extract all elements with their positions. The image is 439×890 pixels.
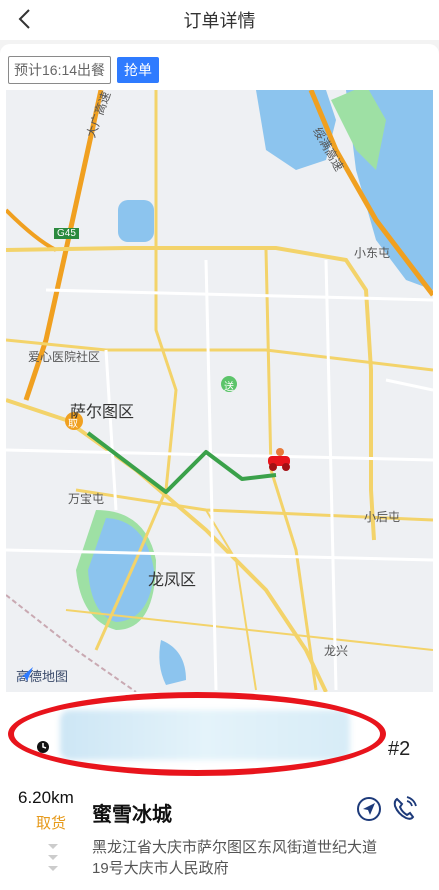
clock-icon [37,741,49,753]
navigate-icon[interactable] [356,796,382,822]
distance: 6.20km [18,788,74,807]
order-info-panel: #2 6.20km 取货 蜜雪冰城 黑龙江省大庆市萨尔图区东风街道世纪大道19号… [0,692,439,890]
map-label-xiaodongtun: 小东屯 [354,246,391,260]
order-number: #2 [388,738,411,760]
map-label-g45: G45 [54,228,79,239]
chevron-left-icon [18,9,30,29]
annotation-circle [8,692,386,776]
amap-logo-icon [17,667,33,681]
pickup-label: 取货 [36,815,67,832]
map-label-hospital: 爱心医院社区 [28,350,101,364]
order-tags: 预计16:14出餐 抢单 [8,56,160,84]
map-label-longfeng: 龙凤区 [148,572,197,589]
grab-order-tag[interactable]: 抢单 [117,57,160,83]
delivery-marker: 送 [224,382,234,393]
map-label-wanbaotun: 万宝屯 [68,492,105,506]
shop-address: 黑龙江省大庆市萨尔图区东风街道世纪大道19号大庆市人民政府 [92,839,378,877]
map-logo: 高德地图 [16,666,68,685]
dot-arrow-icon [48,855,58,860]
page-title: 订单详情 [183,11,256,31]
map-label-saertu: 萨尔图区 [70,404,135,421]
map-label-longxing: 龙兴 [324,644,349,658]
map-label-xiaohoutun: 小后屯 [364,510,401,524]
route-dots [48,844,58,871]
back-button[interactable] [10,2,40,36]
dot-arrow-icon [48,844,58,849]
phone-call-icon[interactable] [390,795,418,823]
pickup-marker: 取 [68,419,78,430]
map-canvas [6,90,433,692]
top-bar: 订单详情 [0,0,439,40]
estimate-tag: 预计16:14出餐 [8,56,112,84]
dot-arrow-icon [48,866,58,871]
shop-name: 蜜雪冰城 [92,804,172,826]
route-map[interactable]: 大广高速 G45 绥满高速 小东屯 爱心医院社区 萨尔图区 取 送 万宝屯 小后… [6,90,433,692]
